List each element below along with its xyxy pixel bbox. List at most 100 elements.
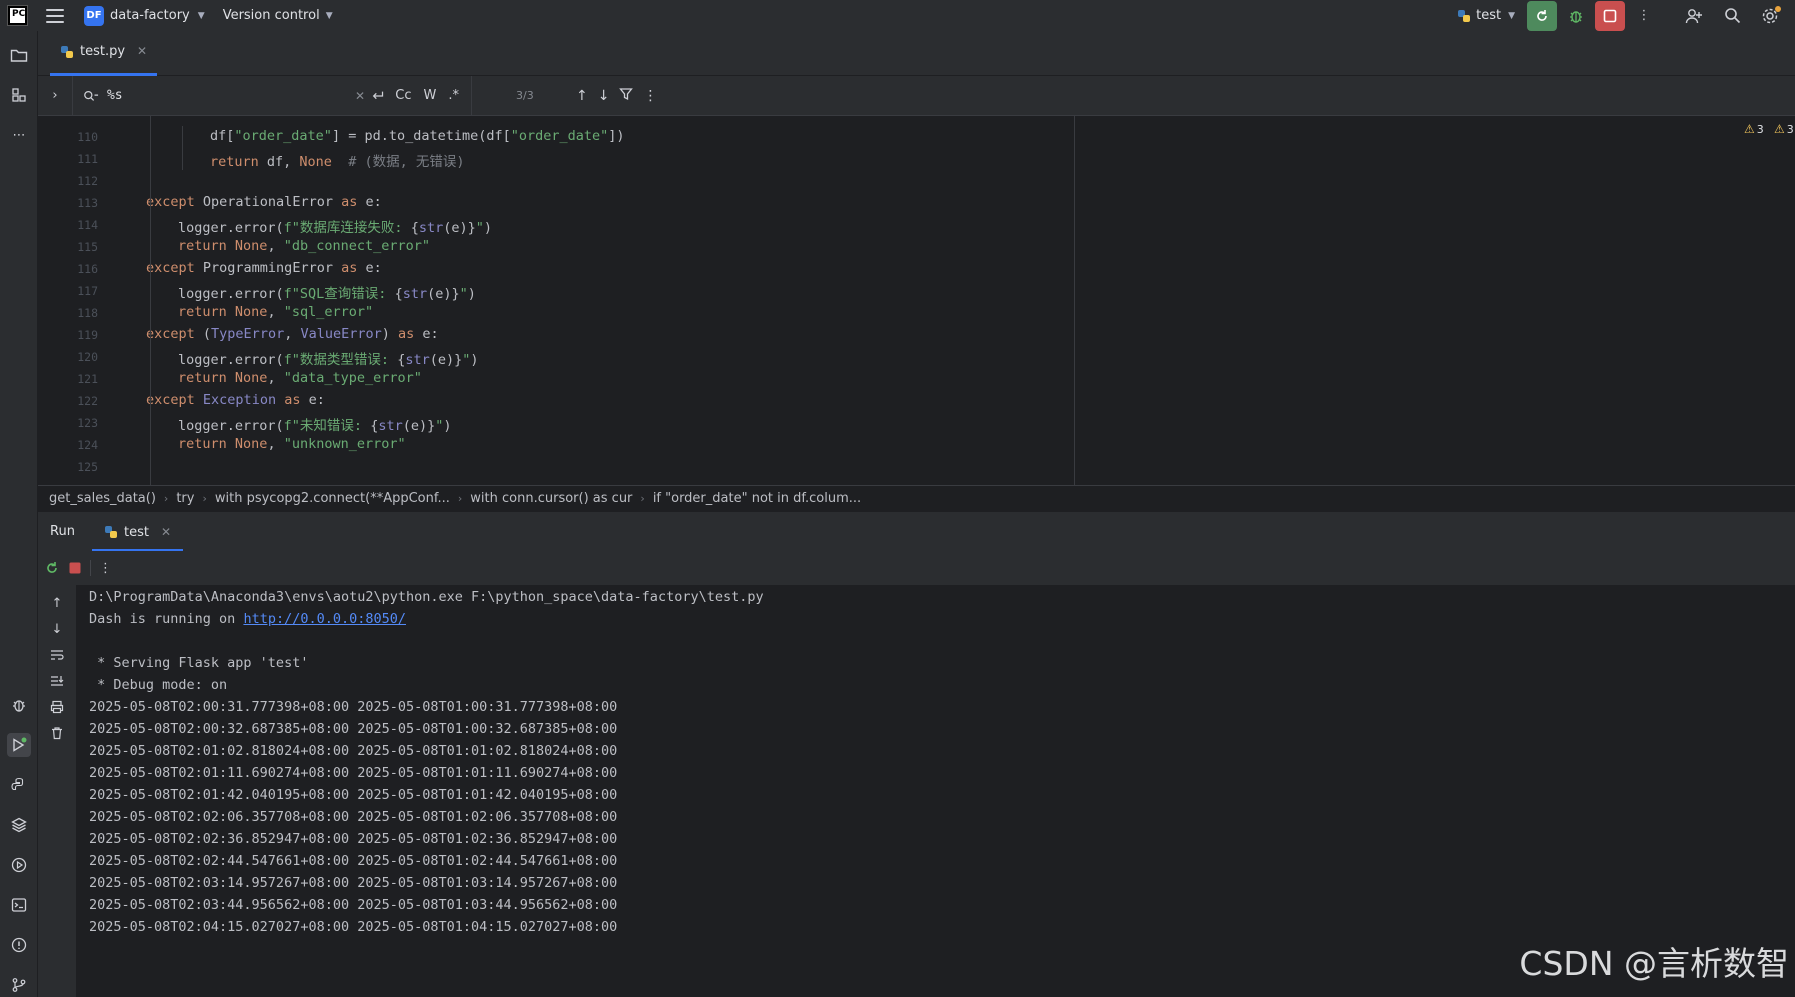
console-link[interactable]: http://0.0.0.0:8050/ xyxy=(243,611,406,627)
services-tool-button[interactable] xyxy=(7,853,31,877)
project-selector[interactable]: DF data-factory ▼ xyxy=(84,5,205,26)
run-more-button[interactable]: ⋮ xyxy=(99,561,112,576)
regex-toggle[interactable]: .* xyxy=(448,88,459,103)
stop-button[interactable] xyxy=(1595,0,1625,31)
project-tool-button[interactable] xyxy=(7,43,31,67)
find-input[interactable] xyxy=(106,88,356,103)
trash-icon[interactable] xyxy=(46,723,68,743)
bug-icon xyxy=(1570,10,1582,23)
git-tool-button[interactable] xyxy=(7,973,31,997)
rerun-button[interactable] xyxy=(1527,0,1557,31)
code-token: except xyxy=(146,326,195,342)
rerun-icon[interactable] xyxy=(44,560,60,576)
console-line: 2025-05-08T02:01:02.818024+08:00 2025-05… xyxy=(89,743,617,759)
stop-icon[interactable] xyxy=(68,561,82,575)
breadcrumb-item[interactable]: if "order_date" not in df.colum... xyxy=(653,491,861,506)
structure-tool-button[interactable] xyxy=(7,83,31,107)
console-text: 2025-05-08T02:00:32.687385+08:00 2025-05… xyxy=(89,721,618,737)
toggle-replace-button[interactable]: › xyxy=(38,88,72,103)
code-line: except OperationalError as e: xyxy=(146,194,382,210)
close-icon[interactable]: ✕ xyxy=(161,525,171,539)
terminal-icon xyxy=(11,898,27,912)
breadcrumb-item[interactable]: with psycopg2.connect(**AppConf... xyxy=(215,491,450,506)
print-icon[interactable] xyxy=(46,697,68,717)
code-token: "order_date" xyxy=(510,128,609,144)
console-text: 2025-05-08T02:00:31.777398+08:00 2025-05… xyxy=(89,699,618,715)
find-more-button[interactable]: ⋮ xyxy=(643,88,657,104)
main-menu-button[interactable] xyxy=(46,8,64,23)
editor-tab-bar: test.py ✕ xyxy=(38,31,1795,76)
python-console-button[interactable] xyxy=(7,773,31,797)
add-user-icon xyxy=(1685,8,1702,23)
git-branch-icon xyxy=(12,978,26,992)
problems-tool-button[interactable] xyxy=(7,933,31,957)
code-line: logger.error(f"数据类型错误: {str(e)}") xyxy=(178,348,479,368)
match-count: 3/3 xyxy=(516,89,534,102)
line-number: 116 xyxy=(77,262,98,276)
python-packages-button[interactable] xyxy=(7,813,31,837)
console-line: 2025-05-08T02:02:36.852947+08:00 2025-05… xyxy=(89,831,617,847)
folder-icon xyxy=(10,49,28,62)
warning-count[interactable]: ⚠ 3 xyxy=(1744,122,1764,136)
match-case-toggle[interactable]: Cc xyxy=(395,88,411,103)
code-editor[interactable]: 110 111 112 113 114 115 116 117 118 119 120 121 122 1… xyxy=(38,116,1795,485)
weak-warning-count[interactable]: ⚠ 3 xyxy=(1774,122,1794,136)
code-token: { xyxy=(410,220,419,236)
editor-tab-test-py[interactable]: test.py ✕ xyxy=(50,42,158,76)
search-icon xyxy=(1724,8,1740,24)
search-everywhere-button[interactable] xyxy=(1717,1,1747,31)
clear-search-icon[interactable]: ✕ xyxy=(355,89,365,103)
code-token: str xyxy=(378,418,403,434)
indent-guide xyxy=(182,148,183,170)
soft-wrap-icon[interactable] xyxy=(46,645,68,665)
console-text: 2025-05-08T02:01:42.040195+08:00 2025-05… xyxy=(89,787,618,803)
line-number: 122 xyxy=(77,394,98,408)
layers-icon xyxy=(11,817,27,833)
terminal-tool-button[interactable] xyxy=(7,893,31,917)
whole-words-toggle[interactable]: W xyxy=(424,88,437,103)
code-token: f"数据库连接失败: xyxy=(283,220,411,236)
breadcrumb-item[interactable]: with conn.cursor() as cur xyxy=(470,491,632,506)
filter-icon[interactable] xyxy=(619,87,634,105)
code-token: df, xyxy=(258,154,300,170)
more-actions-button[interactable]: ⋮ xyxy=(1629,1,1659,31)
code-line: logger.error(f"数据库连接失败: {str(e)}") xyxy=(178,216,492,236)
breadcrumb-item[interactable]: try xyxy=(176,491,194,506)
breadcrumb-item[interactable]: get_sales_data() xyxy=(49,491,156,506)
version-control-menu[interactable]: Version control ▼ xyxy=(223,8,333,23)
toolbar-divider xyxy=(90,560,91,576)
version-control-label: Version control xyxy=(222,8,320,23)
code-token: "order_date" xyxy=(234,128,332,144)
debug-tool-button[interactable] xyxy=(7,693,31,717)
console-line: 2025-05-08T02:01:11.690274+08:00 2025-05… xyxy=(89,765,617,781)
search-history-icon[interactable] xyxy=(83,89,99,103)
code-line: except Exception as e: xyxy=(146,392,325,408)
run-configuration-selector[interactable]: test ▼ xyxy=(1457,8,1515,23)
code-token: as xyxy=(341,260,358,276)
settings-button[interactable] xyxy=(1755,1,1785,31)
chevron-down-icon: ▼ xyxy=(325,10,333,21)
console-side-toolbar: ↑ ↓ xyxy=(38,585,76,997)
debug-button[interactable] xyxy=(1561,1,1591,31)
bug-icon xyxy=(13,700,25,712)
code-with-me-button[interactable] xyxy=(1679,1,1709,31)
run-tool-button[interactable] xyxy=(7,733,31,757)
arrow-down-icon[interactable]: ↓ xyxy=(46,619,68,639)
console-output[interactable]: D:\ProgramData\Anaconda3\envs\aotu2\pyth… xyxy=(76,585,1795,997)
indent-guide xyxy=(150,116,151,485)
previous-occurrence-button[interactable]: ↑ xyxy=(576,88,588,104)
code-token: as xyxy=(398,326,415,342)
newline-icon[interactable] xyxy=(371,89,385,103)
scroll-to-end-icon[interactable] xyxy=(46,671,68,691)
close-icon[interactable]: ✕ xyxy=(137,44,147,58)
run-tab-test[interactable]: test ✕ xyxy=(92,512,184,552)
more-tools-button[interactable]: ⋯ xyxy=(7,123,31,147)
arrow-up-icon[interactable]: ↑ xyxy=(46,593,68,613)
stop-icon xyxy=(1603,9,1617,22)
services-icon xyxy=(11,857,27,873)
next-occurrence-button[interactable]: ↓ xyxy=(598,88,610,104)
code-token: { xyxy=(394,286,403,302)
line-number: 119 xyxy=(77,328,98,342)
